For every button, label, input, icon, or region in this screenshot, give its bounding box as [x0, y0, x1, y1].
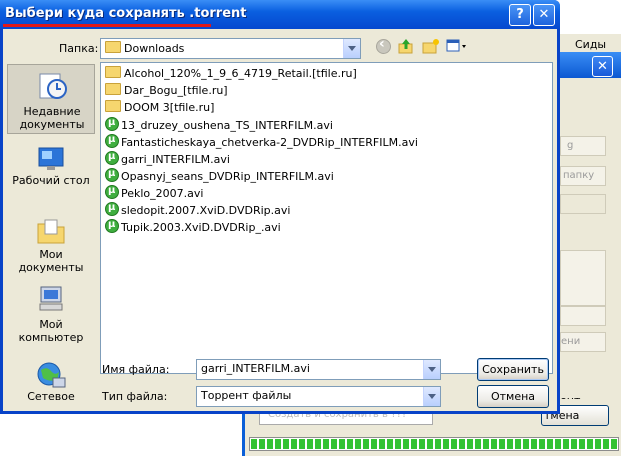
torrent-file-icon: [105, 166, 119, 182]
dialog-titlebar[interactable]: Выбери куда сохранять .torrent ? ✕: [0, 0, 560, 29]
background-select-2[interactable]: ени: [560, 332, 606, 352]
cancel-button[interactable]: Отмена: [477, 385, 549, 408]
list-item[interactable]: DOOM 3[tfile.ru]: [105, 100, 214, 116]
torrent-file-icon: [105, 217, 119, 233]
folder-icon: [105, 83, 121, 95]
progress-bar-fill: [251, 439, 617, 449]
background-close-button[interactable]: ✕: [592, 56, 613, 77]
background-select[interactable]: g: [560, 136, 606, 156]
background-folder-button[interactable]: папку: [560, 166, 606, 186]
my-computer-icon: [35, 284, 67, 314]
filename-input[interactable]: garri_INTERFILM.avi: [196, 359, 441, 380]
place-recent-documents[interactable]: Недавние документы: [7, 64, 95, 134]
torrent-file-icon: [105, 132, 119, 148]
torrent-file-icon: [105, 115, 119, 131]
torrent-file-icon: [105, 200, 119, 216]
background-select-text: g: [567, 140, 574, 151]
filename-value: garri_INTERFILM.avi: [201, 362, 310, 375]
list-item[interactable]: garri_INTERFILM.avi: [105, 149, 230, 167]
title-underline: [3, 24, 211, 27]
place-label: Сетевое: [27, 390, 75, 403]
column-header-label: Сиды: [575, 38, 607, 51]
chevron-down-icon[interactable]: [423, 360, 440, 379]
place-my-documents[interactable]: Мои документы: [7, 210, 95, 280]
chevron-down-icon[interactable]: [343, 39, 360, 58]
background-select-2-text: ени: [561, 336, 581, 347]
new-folder-icon[interactable]: [422, 38, 439, 54]
folder-icon: [105, 66, 121, 78]
folder-icon: [105, 100, 121, 112]
torrent-file-icon: [105, 149, 119, 165]
folder-icon: [105, 41, 121, 53]
my-documents-icon: [35, 216, 67, 246]
list-item[interactable]: Peklo_2007.avi: [105, 183, 203, 201]
filetype-label: Тип файла:: [102, 390, 168, 403]
background-field[interactable]: [560, 194, 606, 214]
save-dialog: Выбери куда сохранять .torrent ? ✕ Папка…: [0, 0, 560, 414]
place-desktop[interactable]: Рабочий стол: [7, 138, 95, 208]
background-textarea[interactable]: [560, 250, 606, 306]
network-icon: [35, 360, 67, 390]
folder-label: Папка:: [59, 42, 99, 55]
list-item[interactable]: Tupik.2003.XviD.DVDRip_.avi: [105, 217, 281, 235]
filetype-value: Торрент файлы: [201, 389, 292, 402]
places-bar: Недавние документы Рабочий стол Мои доку…: [7, 62, 95, 407]
background-field-2[interactable]: [560, 306, 606, 326]
file-list[interactable]: Alcohol_120%_1_9_6_4719_Retail.[tfile.ru…: [100, 62, 553, 374]
progress-bar: [249, 437, 619, 451]
help-button[interactable]: ?: [509, 4, 531, 26]
list-item[interactable]: Dar_Bogu_[tfile.ru]: [105, 83, 228, 99]
close-button[interactable]: ✕: [533, 4, 555, 26]
up-folder-icon[interactable]: [398, 38, 414, 54]
dialog-body: Папка: Downloads Недавние документы: [3, 29, 557, 411]
folder-value: Downloads: [124, 42, 185, 55]
back-icon[interactable]: [376, 36, 391, 54]
torrent-file-icon: [105, 183, 119, 199]
view-menu-icon[interactable]: [446, 38, 468, 54]
filetype-select[interactable]: Торрент файлы: [196, 386, 441, 407]
list-item[interactable]: sledopit.2007.XviD.DVDRip.avi: [105, 200, 290, 218]
list-item[interactable]: Fantasticheskaya_chetverka-2_DVDRip_INTE…: [105, 132, 418, 150]
background-folder-text: папку: [563, 170, 595, 181]
place-network[interactable]: Сетевое: [7, 354, 95, 424]
desktop-icon: [35, 144, 67, 174]
place-label: Рабочий стол: [12, 174, 90, 187]
list-item[interactable]: 13_druzey_oushena_TS_INTERFILM.avi: [105, 115, 333, 133]
place-label: Мой компьютер: [18, 318, 84, 344]
place-label: Недавние документы: [19, 105, 85, 131]
place-my-computer[interactable]: Мой компьютер: [7, 278, 95, 348]
save-button[interactable]: Сохранить: [477, 358, 549, 381]
filename-label: Имя файла:: [102, 363, 170, 376]
list-item[interactable]: Opasnyj_seans_DVDRip_INTERFILM.avi: [105, 166, 334, 184]
place-label: Мои документы: [18, 248, 84, 274]
recent-documents-icon: [36, 71, 68, 101]
list-item[interactable]: Alcohol_120%_1_9_6_4719_Retail.[tfile.ru…: [105, 66, 357, 82]
dialog-title: Выбери куда сохранять .torrent: [5, 6, 247, 21]
chevron-down-icon[interactable]: [423, 387, 440, 406]
folder-combobox[interactable]: Downloads: [100, 38, 361, 59]
background-window-body: g папку ени ент: [552, 78, 621, 452]
